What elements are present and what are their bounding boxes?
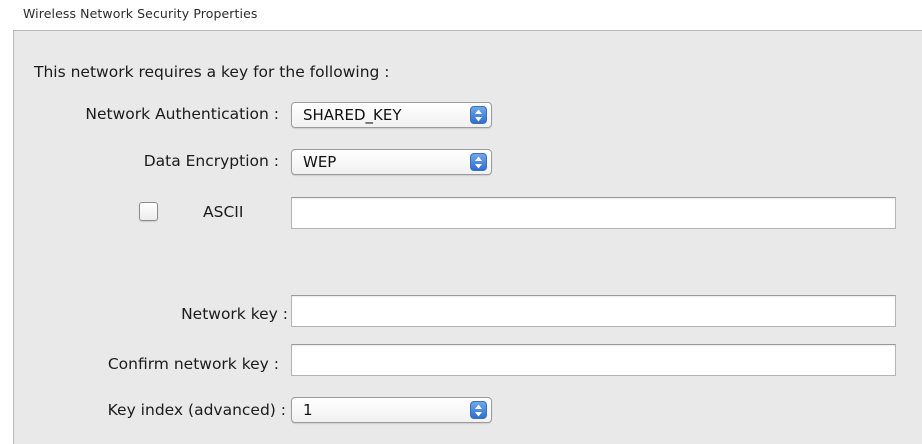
- ascii-checkbox[interactable]: [139, 202, 158, 221]
- network-authentication-popup[interactable]: SHARED_KEY: [291, 102, 492, 128]
- confirm-network-key-field[interactable]: [291, 344, 896, 376]
- network-key-label: Network key :: [181, 305, 288, 323]
- up-down-arrows-icon: [470, 106, 487, 124]
- up-down-arrows-icon: [470, 153, 487, 171]
- key-index-value: 1: [303, 401, 313, 419]
- ascii-label: ASCII: [203, 203, 244, 221]
- network-key-field[interactable]: [291, 295, 896, 327]
- data-encryption-label: Data Encryption :: [143, 152, 279, 170]
- security-properties-window: Wireless Network Security Properties Thi…: [0, 0, 922, 444]
- key-index-popup[interactable]: 1: [291, 397, 492, 423]
- key-index-label: Key index (advanced) :: [107, 401, 286, 419]
- group-title: Wireless Network Security Properties: [23, 6, 258, 21]
- up-down-arrows-icon: [470, 401, 487, 419]
- data-encryption-value: WEP: [303, 153, 337, 171]
- security-group-box: [13, 30, 922, 444]
- network-authentication-value: SHARED_KEY: [303, 106, 402, 124]
- network-authentication-label: Network Authentication :: [85, 105, 279, 123]
- confirm-network-key-label: Confirm network key :: [107, 355, 279, 373]
- intro-text: This network requires a key for the foll…: [34, 63, 390, 81]
- data-encryption-popup[interactable]: WEP: [291, 149, 492, 175]
- ascii-key-field[interactable]: [291, 197, 896, 229]
